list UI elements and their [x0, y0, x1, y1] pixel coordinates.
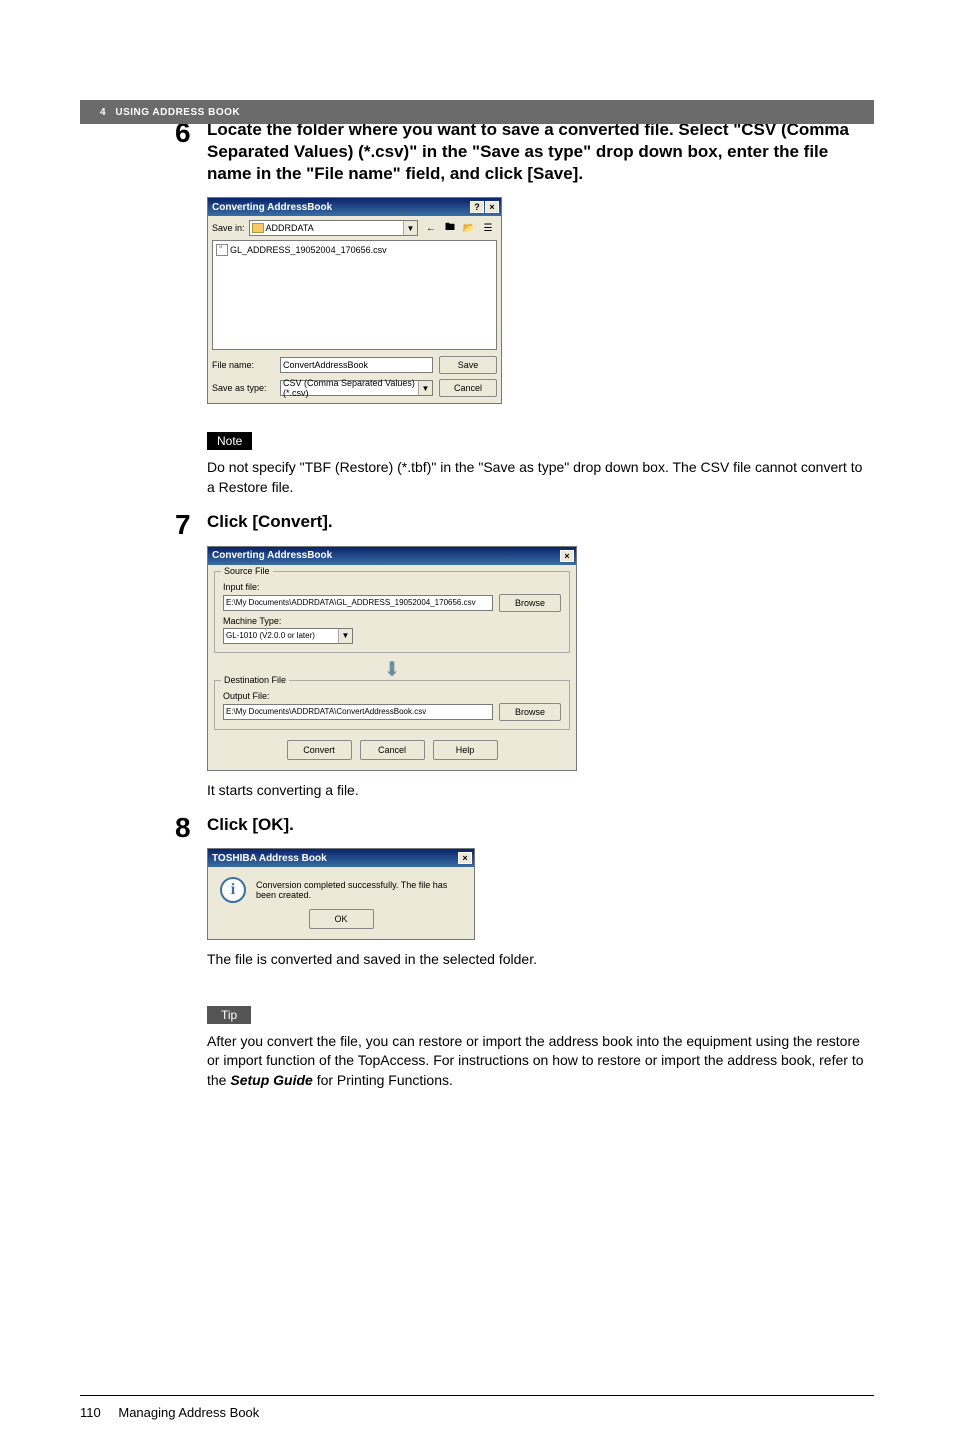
- chevron-down-icon[interactable]: ▼: [403, 221, 417, 235]
- tip-text: After you convert the file, you can rest…: [207, 1032, 874, 1091]
- titlebar: Converting AddressBook ? ×: [208, 198, 501, 216]
- header-text: 4 USING ADDRESS BOOK: [100, 107, 240, 118]
- machine-type-value: GL-1010 (V2.0.0 or later): [226, 631, 315, 640]
- source-file-fieldset: Source File Input file: E:\My Documents\…: [214, 571, 570, 653]
- help-button[interactable]: Help: [433, 740, 498, 760]
- back-icon[interactable]: ←: [422, 220, 440, 236]
- folder-icon: [252, 223, 264, 233]
- close-button[interactable]: ×: [458, 852, 472, 864]
- step-8-number: 8: [175, 814, 207, 842]
- step-7-after-text: It starts converting a file.: [207, 781, 874, 801]
- file-list-area[interactable]: GL_ADDRESS_19052004_170656.csv: [212, 240, 497, 350]
- saveastype-value: CSV (Comma Separated Values) (*.csv): [283, 378, 430, 398]
- step-7-number: 7: [175, 511, 207, 539]
- step-6-title: Locate the folder where you want to save…: [207, 119, 874, 185]
- section-number: 4: [100, 107, 106, 118]
- destination-file-fieldset: Destination File Output File: E:\My Docu…: [214, 680, 570, 730]
- input-file-value: E:\My Documents\ADDRDATA\GL_ADDRESS_1905…: [226, 598, 476, 607]
- section-title: USING ADDRESS BOOK: [115, 107, 240, 118]
- new-folder-icon[interactable]: 📂: [460, 220, 478, 236]
- dest-legend: Destination File: [221, 675, 289, 685]
- step-6-number: 6: [175, 119, 207, 191]
- dialog-title: Converting AddressBook: [212, 202, 332, 213]
- titlebar: TOSHIBA Address Book ×: [208, 849, 474, 867]
- save-in-label: Save in:: [212, 223, 245, 233]
- view-menu-icon[interactable]: ☰: [479, 220, 497, 236]
- saveastype-label: Save as type:: [212, 383, 274, 393]
- step-7-title: Click [Convert].: [207, 511, 874, 533]
- convert-dialog: Converting AddressBook × Source File Inp…: [207, 546, 577, 771]
- note-badge: Note: [207, 432, 252, 450]
- saveastype-dropdown[interactable]: CSV (Comma Separated Values) (*.csv) ▼: [280, 380, 433, 396]
- save-as-dialog: Converting AddressBook ? × Save in: ADDR…: [207, 197, 502, 404]
- help-button[interactable]: ?: [470, 201, 484, 213]
- confirmation-message: Conversion completed successfully. The f…: [256, 880, 462, 900]
- dialog-title: Converting AddressBook: [212, 550, 332, 561]
- machine-type-select[interactable]: GL-1010 (V2.0.0 or later) ▼: [223, 628, 353, 644]
- step-8: 8 Click [OK].: [175, 814, 874, 842]
- close-button[interactable]: ×: [560, 550, 574, 562]
- browse-button[interactable]: Browse: [499, 594, 561, 612]
- input-file-field[interactable]: E:\My Documents\ADDRDATA\GL_ADDRESS_1905…: [223, 595, 493, 611]
- step-7: 7 Click [Convert].: [175, 511, 874, 539]
- footer-title: Managing Address Book: [118, 1405, 259, 1420]
- cancel-button[interactable]: Cancel: [360, 740, 425, 760]
- header-band: 4 USING ADDRESS BOOK: [80, 100, 874, 124]
- footer: 110 Managing Address Book: [80, 1405, 259, 1420]
- filename-input[interactable]: ConvertAddressBook: [280, 357, 433, 373]
- csv-file-icon: [216, 244, 228, 256]
- close-button[interactable]: ×: [485, 201, 499, 213]
- file-entry-label: GL_ADDRESS_19052004_170656.csv: [230, 245, 387, 255]
- filename-value: ConvertAddressBook: [283, 360, 368, 370]
- filename-label: File name:: [212, 360, 274, 370]
- page-number: 110: [80, 1405, 101, 1420]
- source-legend: Source File: [221, 566, 273, 576]
- cancel-button[interactable]: Cancel: [439, 379, 497, 397]
- tip-after: for Printing Functions.: [313, 1072, 453, 1088]
- step-6: 6 Locate the folder where you want to sa…: [175, 119, 874, 191]
- chevron-down-icon[interactable]: ▼: [338, 629, 352, 643]
- setup-guide-ref: Setup Guide: [230, 1072, 312, 1088]
- dialog-title: TOSHIBA Address Book: [212, 853, 327, 864]
- browse-button[interactable]: Browse: [499, 703, 561, 721]
- input-file-label: Input file:: [223, 582, 561, 592]
- note-text: Do not specify "TBF (Restore) (*.tbf)" i…: [207, 458, 874, 497]
- info-icon: i: [220, 877, 246, 903]
- titlebar: Converting AddressBook ×: [208, 547, 576, 565]
- machine-type-label: Machine Type:: [223, 616, 561, 626]
- output-file-label: Output File:: [223, 691, 561, 701]
- save-in-value: ADDRDATA: [266, 223, 314, 233]
- file-entry[interactable]: GL_ADDRESS_19052004_170656.csv: [216, 244, 493, 256]
- chevron-down-icon[interactable]: ▼: [418, 381, 432, 395]
- save-button[interactable]: Save: [439, 356, 497, 374]
- save-in-dropdown[interactable]: ADDRDATA ▼: [249, 220, 418, 236]
- convert-button[interactable]: Convert: [287, 740, 352, 760]
- confirmation-dialog: TOSHIBA Address Book × i Conversion comp…: [207, 848, 475, 940]
- up-folder-icon[interactable]: 🖿: [441, 220, 459, 236]
- footer-divider: [80, 1395, 874, 1396]
- step-8-after-text: The file is converted and saved in the s…: [207, 950, 874, 970]
- output-file-field[interactable]: E:\My Documents\ADDRDATA\ConvertAddressB…: [223, 704, 493, 720]
- step-8-title: Click [OK].: [207, 814, 874, 836]
- ok-button[interactable]: OK: [309, 909, 374, 929]
- output-file-value: E:\My Documents\ADDRDATA\ConvertAddressB…: [226, 707, 426, 716]
- save-toolbar: Save in: ADDRDATA ▼ ← 🖿 📂 ☰: [208, 216, 501, 240]
- tip-badge: Tip: [207, 1006, 251, 1024]
